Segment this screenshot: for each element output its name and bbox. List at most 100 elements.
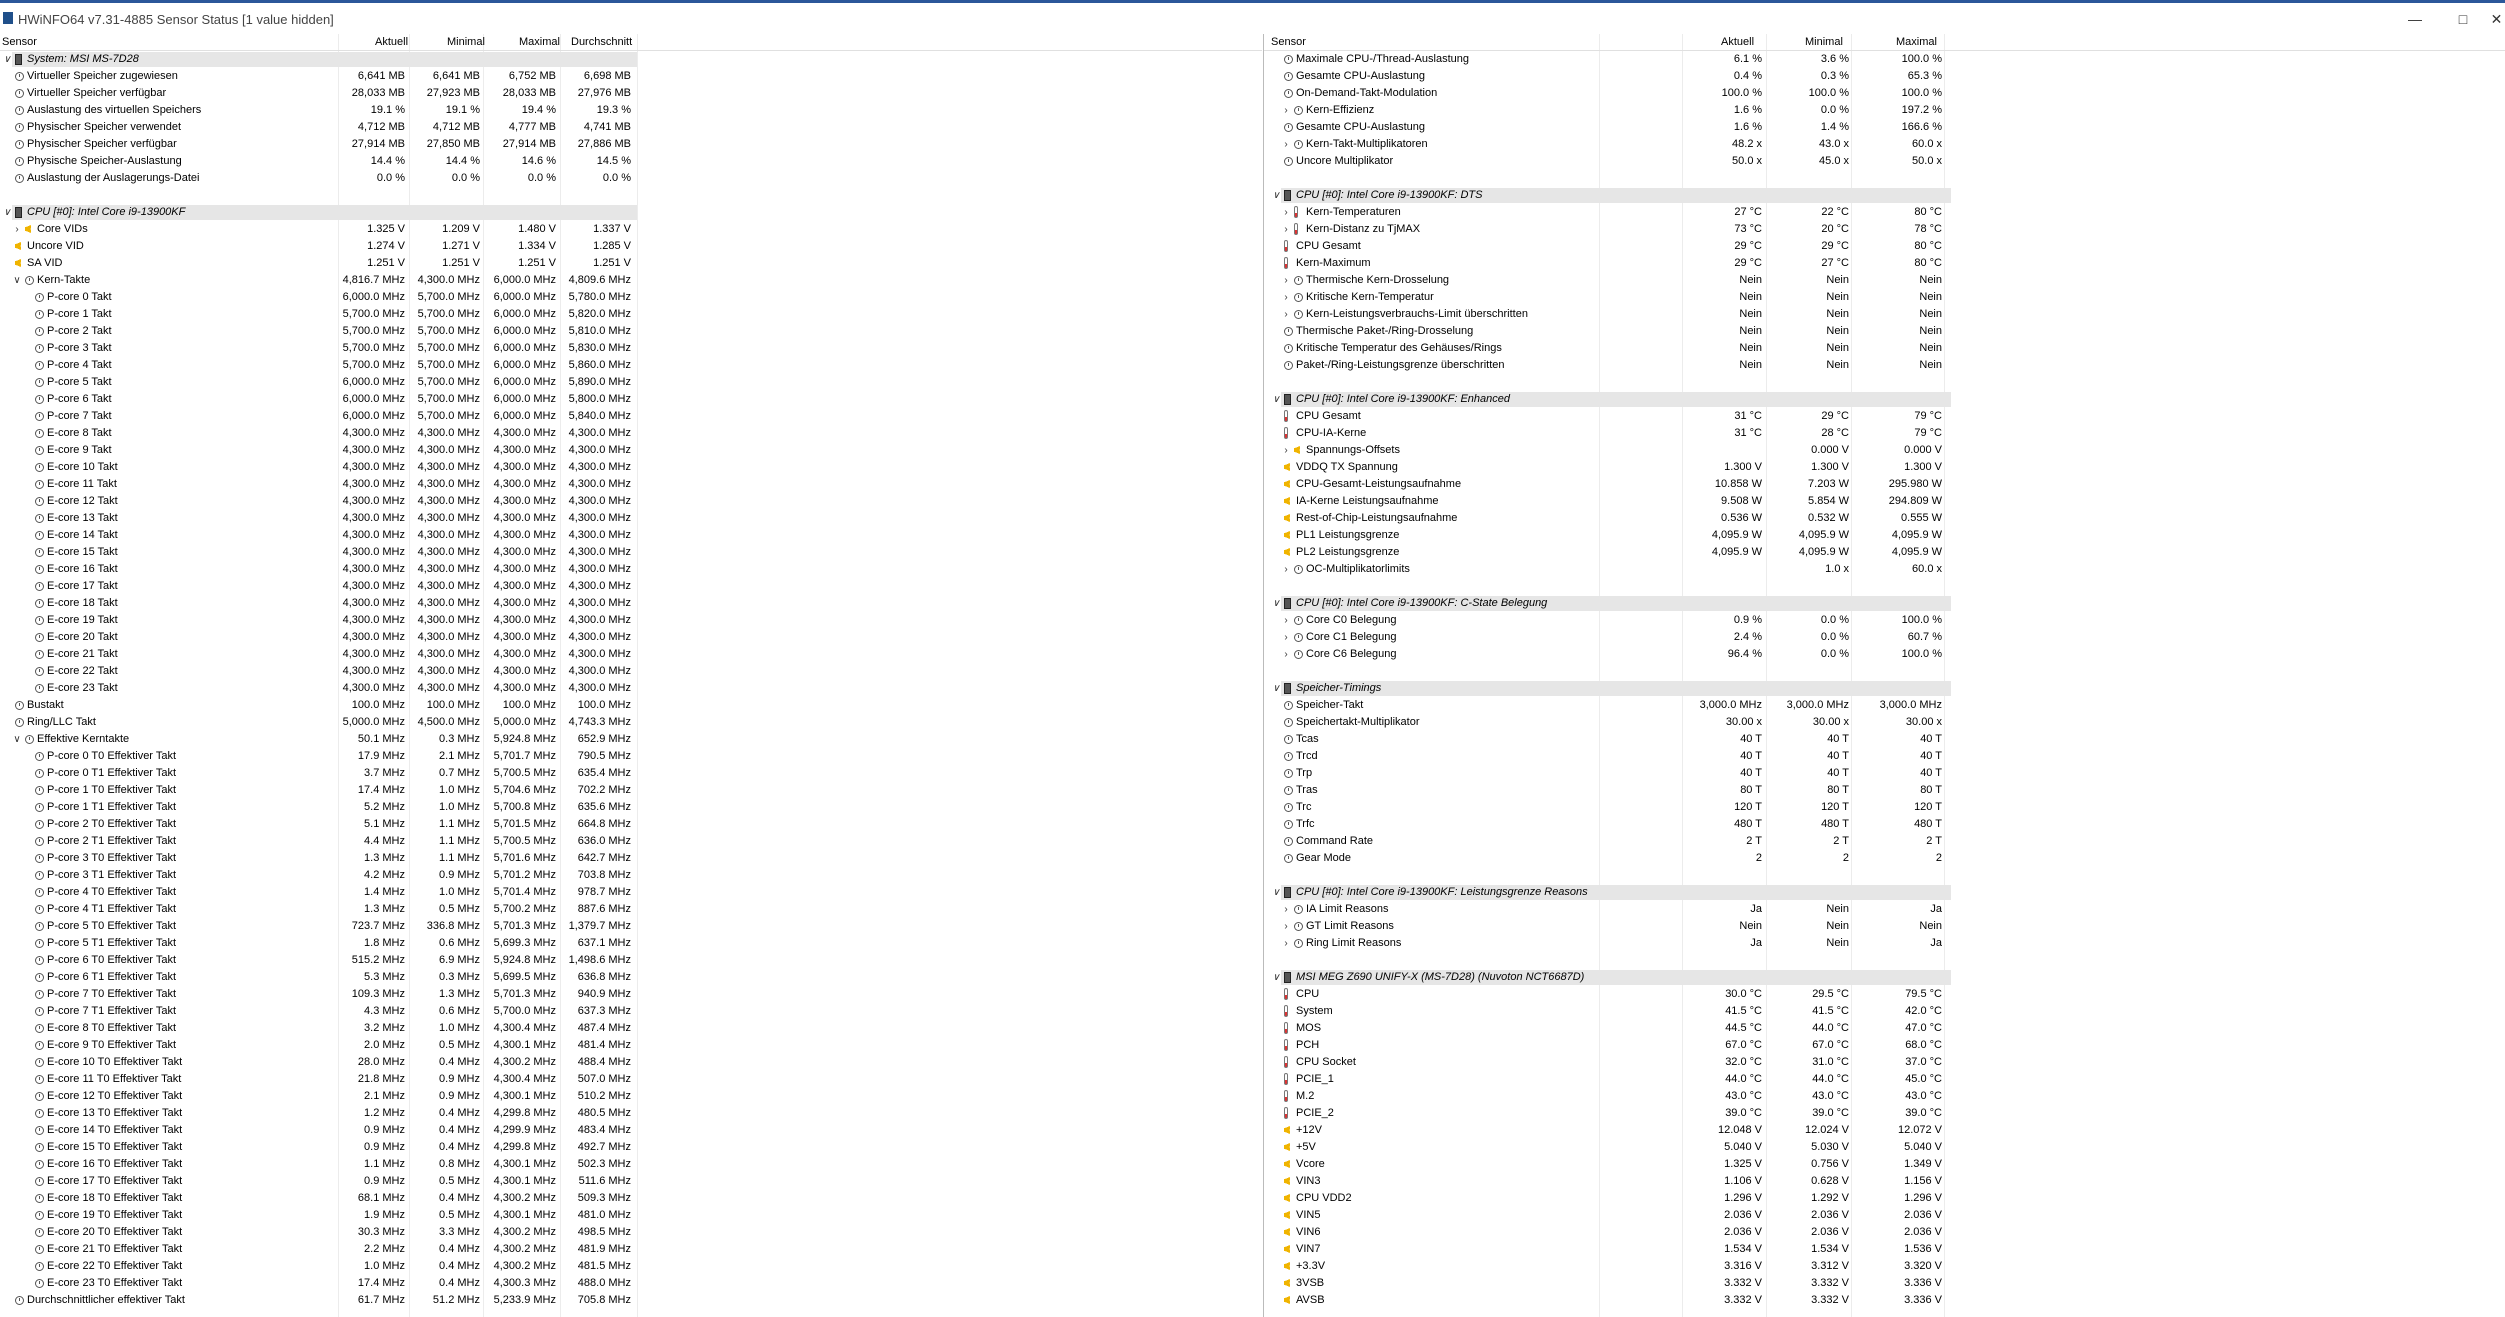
- sensor-row[interactable]: E-core 11 T0 Effektiver Takt 21.8 MHz 0.9 …: [0, 1071, 1262, 1088]
- maximize-icon[interactable]: □: [2440, 7, 2486, 31]
- sensor-row[interactable]: E-core 17 T0 Effektiver Takt 0.9 MHz 0.5 M…: [0, 1173, 1262, 1190]
- sensor-row[interactable]: E-core 23 T0 Effektiver Takt 17.4 MHz 0.4 …: [0, 1275, 1262, 1292]
- sensor-row[interactable]: Trcd 40 T 40 T 40 T: [1264, 748, 2505, 765]
- collapse-chevron-icon[interactable]: ∨: [1271, 680, 1281, 697]
- minimize-icon[interactable]: —: [2392, 7, 2438, 31]
- expand-chevron-icon[interactable]: ›: [1281, 204, 1291, 221]
- sensor-row[interactable]: › Spannungs-Offsets 0.000 V 0.000 V: [1264, 442, 2505, 459]
- sensor-row[interactable]: E-core 15 Takt 4,300.0 MHz 4,300.0 MHz 4,30…: [0, 544, 1262, 561]
- sensor-row[interactable]: E-core 20 T0 Effektiver Takt 30.3 MHz 3.3 …: [0, 1224, 1262, 1241]
- column-header-current[interactable]: Aktuell: [1721, 36, 1754, 48]
- sensor-row[interactable]: Auslastung der Auslagerungs-Datei 0.0 % 0.…: [0, 170, 1262, 187]
- expand-chevron-icon[interactable]: ›: [1281, 306, 1291, 323]
- sensor-row[interactable]: E-core 19 Takt 4,300.0 MHz 4,300.0 MHz 4,30…: [0, 612, 1262, 629]
- collapse-chevron-icon[interactable]: ∨: [1271, 187, 1281, 204]
- sensor-row[interactable]: PL1 Leistungsgrenze 4,095.9 W 4,095.9 W 4,0…: [1264, 527, 2505, 544]
- sensor-row[interactable]: On-Demand-Takt-Modulation 100.0 % 100.0 % 1…: [1264, 85, 2505, 102]
- sensor-row[interactable]: P-core 7 T1 Effektiver Takt 4.3 MHz 0.6 MH…: [0, 1003, 1262, 1020]
- sensor-row[interactable]: E-core 8 Takt 4,300.0 MHz 4,300.0 MHz 4,300…: [0, 425, 1262, 442]
- sensor-row[interactable]: Durchschnittlicher effektiver Takt 61.7 M…: [0, 1292, 1262, 1309]
- sensor-row[interactable]: › Kern-Takt-Multiplikatoren 48.2 x 43.0 x 60…: [1264, 136, 2505, 153]
- sensor-row[interactable]: P-core 2 T0 Effektiver Takt 5.1 MHz 1.1 MH…: [0, 816, 1262, 833]
- expand-chevron-icon[interactable]: ›: [1281, 935, 1291, 952]
- sensor-row[interactable]: E-core 10 Takt 4,300.0 MHz 4,300.0 MHz 4,30…: [0, 459, 1262, 476]
- sensor-row[interactable]: Tras 80 T 80 T 80 T: [1264, 782, 2505, 799]
- sensor-row[interactable]: P-core 5 T0 Effektiver Takt 723.7 MHz 336.…: [0, 918, 1262, 935]
- sensor-group-header[interactable]: ∨ CPU [#0]: Intel Core i9-13900KF: C-Stat…: [1264, 595, 2505, 612]
- collapse-chevron-icon[interactable]: ∨: [12, 272, 22, 289]
- sensor-row[interactable]: P-core 4 T0 Effektiver Takt 1.4 MHz 1.0 MH…: [0, 884, 1262, 901]
- sensor-row[interactable]: E-core 16 Takt 4,300.0 MHz 4,300.0 MHz 4,30…: [0, 561, 1262, 578]
- sensor-row[interactable]: +12V 12.048 V 12.024 V 12.072 V: [1264, 1122, 2505, 1139]
- sensor-row[interactable]: Uncore Multiplikator 50.0 x 45.0 x 50.0 x: [1264, 153, 2505, 170]
- sensor-row[interactable]: VDDQ TX Spannung 1.300 V 1.300 V 1.300 V: [1264, 459, 2505, 476]
- sensor-row[interactable]: Virtueller Speicher zugewiesen 6,641 MB 6,…: [0, 68, 1262, 85]
- sensor-row[interactable]: › Kern-Leistungsverbrauchs-Limit überschr…: [1264, 306, 2505, 323]
- sensor-group-header[interactable]: ∨ CPU [#0]: Intel Core i9-13900KF: DTS: [1264, 187, 2505, 204]
- sensor-row[interactable]: Rest-of-Chip-Leistungsaufnahme 0.536 W 0.5…: [1264, 510, 2505, 527]
- sensor-row[interactable]: E-core 20 Takt 4,300.0 MHz 4,300.0 MHz 4,30…: [0, 629, 1262, 646]
- expand-chevron-icon[interactable]: ›: [1281, 136, 1291, 153]
- sensor-row[interactable]: AVSB 3.332 V 3.332 V 3.336 V: [1264, 1292, 2505, 1309]
- sensor-row[interactable]: Auslastung des virtuellen Speichers 19.1 …: [0, 102, 1262, 119]
- sensor-row[interactable]: P-core 2 Takt 5,700.0 MHz 5,700.0 MHz 6,000…: [0, 323, 1262, 340]
- sensor-row[interactable]: Gesamte CPU-Auslastung 0.4 % 0.3 % 65.3 %: [1264, 68, 2505, 85]
- expand-chevron-icon[interactable]: ›: [1281, 272, 1291, 289]
- sensor-row[interactable]: Physischer Speicher verfügbar 27,914 MB 27…: [0, 136, 1262, 153]
- sensor-row[interactable]: E-core 21 Takt 4,300.0 MHz 4,300.0 MHz 4,30…: [0, 646, 1262, 663]
- sensor-group-header[interactable]: ∨ CPU [#0]: Intel Core i9-13900KF: Leistu…: [1264, 884, 2505, 901]
- collapse-chevron-icon[interactable]: ∨: [1271, 595, 1281, 612]
- sensor-row[interactable]: › Ring Limit Reasons Ja Nein Ja: [1264, 935, 2505, 952]
- sensor-row[interactable]: E-core 8 T0 Effektiver Takt 3.2 MHz 1.0 MH…: [0, 1020, 1262, 1037]
- sensor-row[interactable]: Physische Speicher-Auslastung 14.4 % 14.4 …: [0, 153, 1262, 170]
- sensor-row[interactable]: P-core 5 Takt 6,000.0 MHz 5,700.0 MHz 6,000…: [0, 374, 1262, 391]
- column-header-current[interactable]: Aktuell: [375, 36, 408, 48]
- sensor-row[interactable]: E-core 13 Takt 4,300.0 MHz 4,300.0 MHz 4,30…: [0, 510, 1262, 527]
- sensor-row[interactable]: › Core VIDs 1.325 V 1.209 V 1.480 V 1.337 V: [0, 221, 1262, 238]
- expand-chevron-icon[interactable]: ›: [12, 221, 22, 238]
- sensor-row[interactable]: CPU Socket 32.0 °C 31.0 °C 37.0 °C: [1264, 1054, 2505, 1071]
- sensor-row[interactable]: CPU Gesamt 29 °C 29 °C 80 °C: [1264, 238, 2505, 255]
- sensor-row[interactable]: E-core 10 T0 Effektiver Takt 28.0 MHz 0.4 …: [0, 1054, 1262, 1071]
- expand-chevron-icon[interactable]: ›: [1281, 102, 1291, 119]
- sensor-row[interactable]: E-core 11 Takt 4,300.0 MHz 4,300.0 MHz 4,30…: [0, 476, 1262, 493]
- sensor-row[interactable]: P-core 6 T1 Effektiver Takt 5.3 MHz 0.3 MH…: [0, 969, 1262, 986]
- sensor-row[interactable]: E-core 12 T0 Effektiver Takt 2.1 MHz 0.9 M…: [0, 1088, 1262, 1105]
- sensor-row[interactable]: P-core 2 T1 Effektiver Takt 4.4 MHz 1.1 MH…: [0, 833, 1262, 850]
- sensor-row[interactable]: P-core 1 T1 Effektiver Takt 5.2 MHz 1.0 MH…: [0, 799, 1262, 816]
- sensor-row[interactable]: P-core 0 Takt 6,000.0 MHz 5,700.0 MHz 6,000…: [0, 289, 1262, 306]
- sensor-row[interactable]: › Kern-Distanz zu TjMAX 73 °C 20 °C 78 °C: [1264, 221, 2505, 238]
- sensor-row[interactable]: P-core 1 Takt 5,700.0 MHz 5,700.0 MHz 6,000…: [0, 306, 1262, 323]
- sensor-row[interactable]: +5V 5.040 V 5.030 V 5.040 V: [1264, 1139, 2505, 1156]
- sensor-row[interactable]: P-core 7 T0 Effektiver Takt 109.3 MHz 1.3 …: [0, 986, 1262, 1003]
- sensor-row[interactable]: CPU-Gesamt-Leistungsaufnahme 10.858 W 7.20…: [1264, 476, 2505, 493]
- sensor-row[interactable]: System 41.5 °C 41.5 °C 42.0 °C: [1264, 1003, 2505, 1020]
- sensor-row[interactable]: › GT Limit Reasons Nein Nein Nein: [1264, 918, 2505, 935]
- column-header-sensor[interactable]: Sensor: [2, 36, 37, 48]
- sensor-row[interactable]: Trp 40 T 40 T 40 T: [1264, 765, 2505, 782]
- sensor-row[interactable]: E-core 14 Takt 4,300.0 MHz 4,300.0 MHz 4,30…: [0, 527, 1262, 544]
- sensor-row[interactable]: CPU 30.0 °C 29.5 °C 79.5 °C: [1264, 986, 2505, 1003]
- sensor-row[interactable]: Trfc 480 T 480 T 480 T: [1264, 816, 2505, 833]
- sensor-row[interactable]: P-core 3 T1 Effektiver Takt 4.2 MHz 0.9 MH…: [0, 867, 1262, 884]
- sensor-row[interactable]: P-core 1 T0 Effektiver Takt 17.4 MHz 1.0 M…: [0, 782, 1262, 799]
- sensor-group-header[interactable]: ∨ CPU [#0]: Intel Core i9-13900KF: [0, 204, 1262, 221]
- sensor-row[interactable]: › Core C0 Belegung 0.9 % 0.0 % 100.0 %: [1264, 612, 2505, 629]
- collapse-chevron-icon[interactable]: ∨: [2, 51, 12, 68]
- sensor-row[interactable]: CPU Gesamt 31 °C 29 °C 79 °C: [1264, 408, 2505, 425]
- expand-chevron-icon[interactable]: ›: [1281, 561, 1291, 578]
- sensor-row[interactable]: E-core 21 T0 Effektiver Takt 2.2 MHz 0.4 M…: [0, 1241, 1262, 1258]
- sensor-row[interactable]: Uncore VID 1.274 V 1.271 V 1.334 V 1.285 V: [0, 238, 1262, 255]
- sensor-row[interactable]: E-core 14 T0 Effektiver Takt 0.9 MHz 0.4 M…: [0, 1122, 1262, 1139]
- sensor-row[interactable]: › Kern-Effizienz 1.6 % 0.0 % 197.2 %: [1264, 102, 2505, 119]
- sensor-row[interactable]: E-core 9 T0 Effektiver Takt 2.0 MHz 0.5 MH…: [0, 1037, 1262, 1054]
- sensor-row[interactable]: › Thermische Kern-Drosselung Nein Nein Nein: [1264, 272, 2505, 289]
- collapse-chevron-icon[interactable]: ∨: [1271, 969, 1281, 986]
- sensor-row[interactable]: E-core 13 T0 Effektiver Takt 1.2 MHz 0.4 M…: [0, 1105, 1262, 1122]
- sensor-row[interactable]: ∨ Kern-Takte 4,816.7 MHz 4,300.0 MHz 6,000.0…: [0, 272, 1262, 289]
- expand-chevron-icon[interactable]: ›: [1281, 221, 1291, 238]
- sensor-row[interactable]: PL2 Leistungsgrenze 4,095.9 W 4,095.9 W 4,0…: [1264, 544, 2505, 561]
- sensor-row[interactable]: › OC-Multiplikatorlimits 1.0 x 60.0 x: [1264, 561, 2505, 578]
- sensor-group-header[interactable]: ∨ Speicher-Timings: [1264, 680, 2505, 697]
- sensor-row[interactable]: P-core 4 T1 Effektiver Takt 1.3 MHz 0.5 MH…: [0, 901, 1262, 918]
